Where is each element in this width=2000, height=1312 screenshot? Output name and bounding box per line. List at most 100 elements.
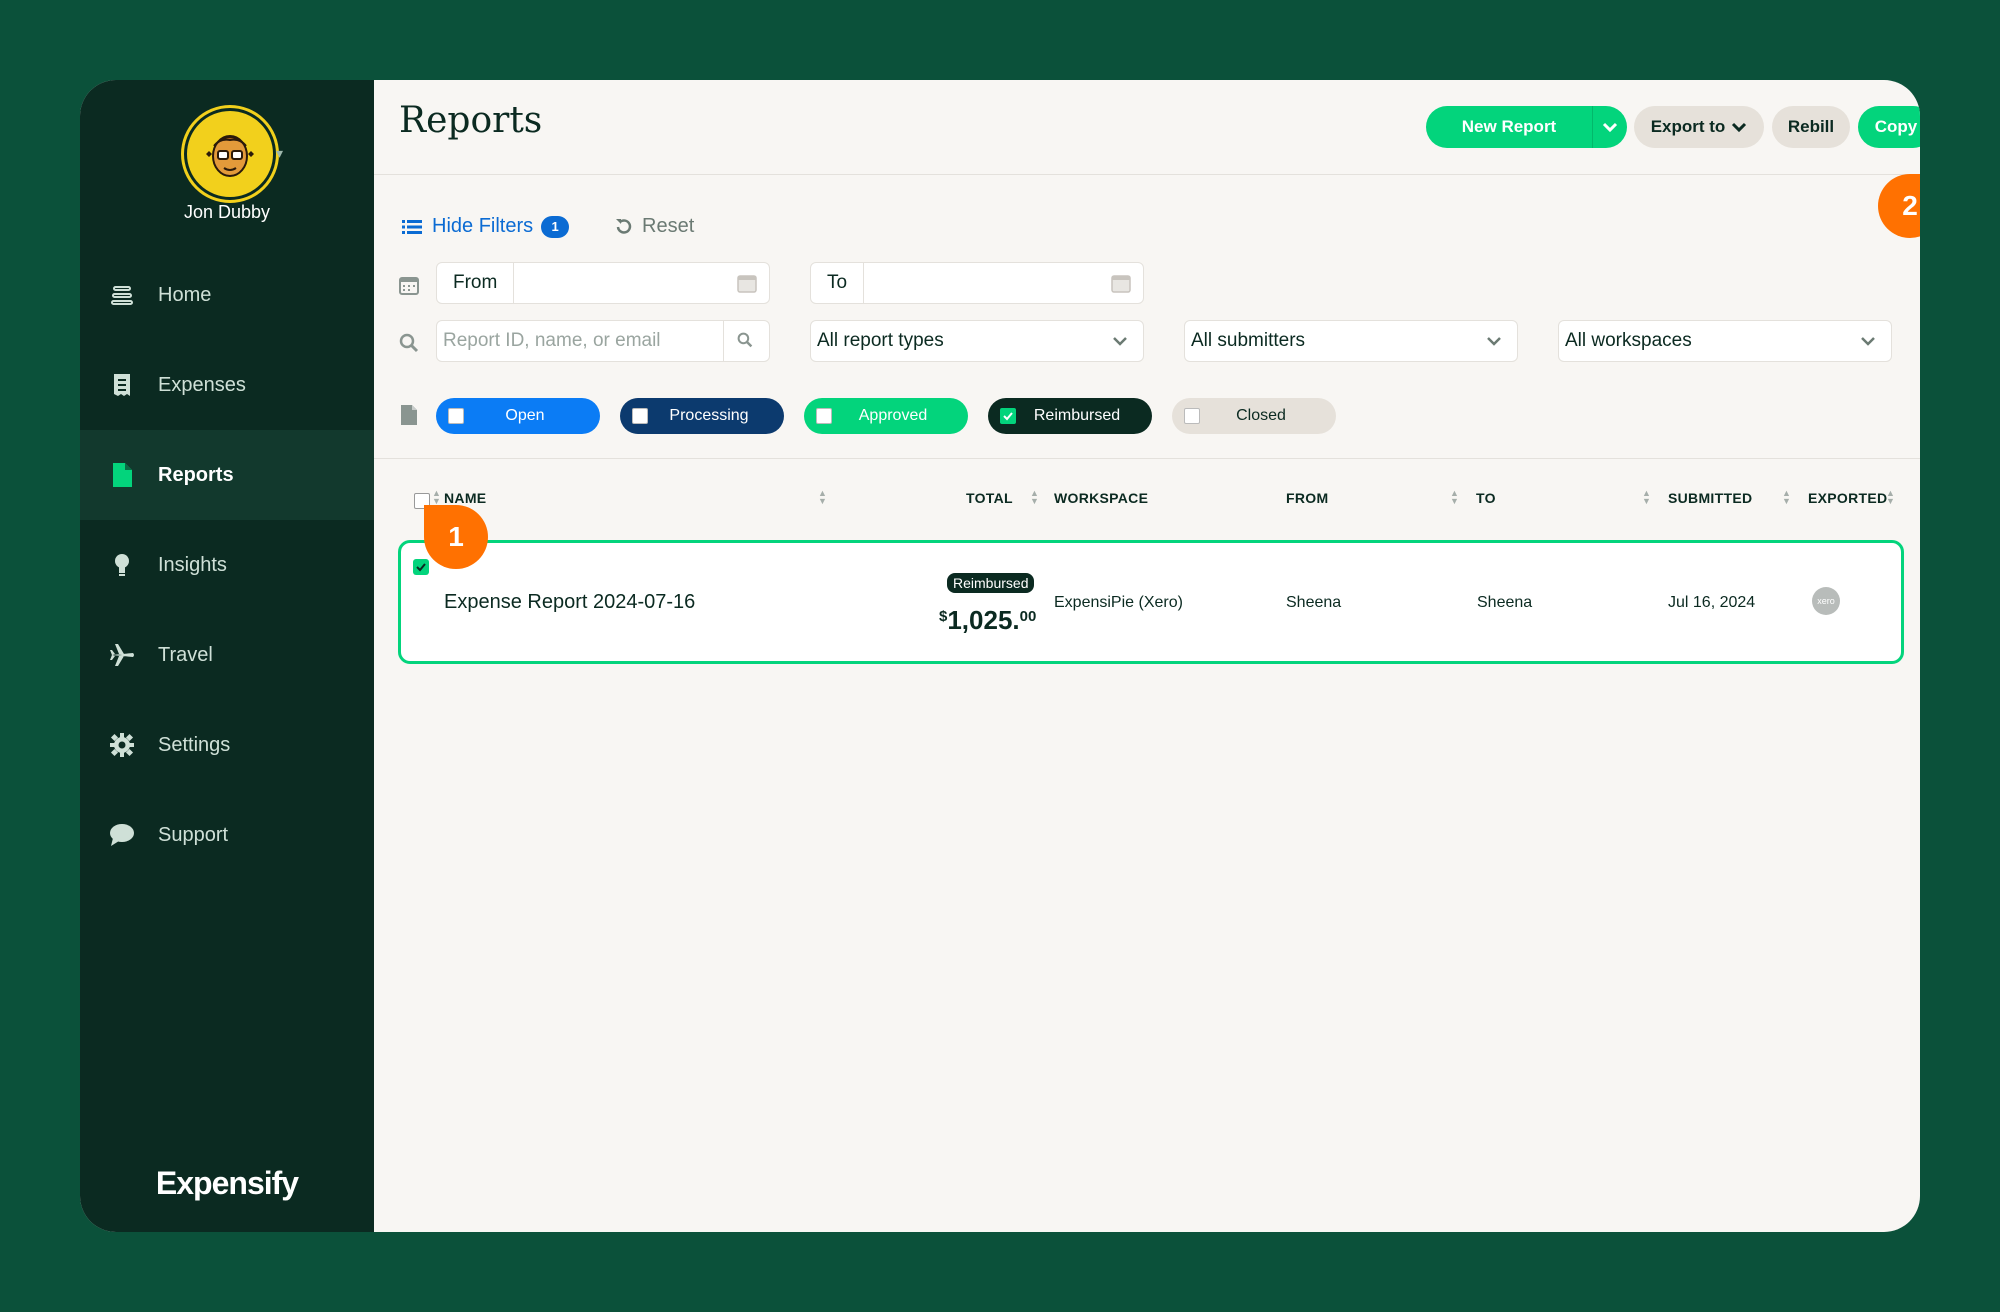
status-checkbox[interactable] [448, 408, 464, 424]
sidebar-item-home[interactable]: Home [80, 250, 374, 340]
amount-cents: 00 [1019, 608, 1037, 625]
from-label: From [437, 263, 515, 303]
chevron-down-icon [1602, 122, 1618, 133]
status-chip-label: Approved [858, 407, 928, 424]
sidebar-item-reports[interactable]: Reports [80, 430, 374, 520]
row-checkbox-checked[interactable] [413, 559, 429, 575]
workspaces-value: All workspaces [1565, 330, 1692, 351]
column-header-total[interactable]: TOTAL [966, 490, 1013, 506]
calendar-picker-icon[interactable] [1111, 273, 1131, 299]
sort-icon[interactable]: ▲ ▼ [1642, 489, 1651, 506]
copy-button[interactable]: Copy [1858, 106, 1920, 148]
chevron-down-icon [1113, 337, 1127, 346]
workspaces-select[interactable]: All workspaces [1558, 320, 1892, 362]
status-chip-processing[interactable]: Processing [620, 398, 784, 434]
status-chip-approved[interactable]: Approved [804, 398, 968, 434]
hide-filters-button[interactable]: Hide Filters 1 [402, 215, 570, 238]
account-menu-chevron-icon[interactable]: ▾ [276, 145, 283, 162]
receipt-icon [108, 371, 136, 399]
sidebar-item-label: Settings [158, 733, 231, 756]
status-chip-label: Reimbursed [1033, 407, 1121, 424]
to-date-field[interactable]: To [810, 262, 1144, 304]
submitters-value: All submitters [1191, 330, 1306, 351]
sidebar-item-travel[interactable]: Travel [80, 610, 374, 700]
status-checkbox-checked[interactable] [1000, 408, 1016, 424]
app-window: ▾ Jon Dubby Home Expenses Reports Insigh… [80, 80, 1920, 1232]
from-date-field[interactable]: From [436, 262, 770, 304]
sidebar-item-support[interactable]: Support [80, 790, 374, 880]
export-to-button[interactable]: Export to [1634, 106, 1764, 148]
chevron-down-icon [1861, 337, 1875, 346]
sidebar-item-label: Home [158, 283, 212, 306]
report-total: $1,025.00 [939, 605, 1036, 636]
search-button-icon[interactable] [737, 332, 753, 354]
new-report-dropdown-button[interactable] [1592, 106, 1627, 148]
hide-filters-label: Hide Filters [432, 215, 534, 237]
column-header-to[interactable]: TO [1476, 490, 1496, 506]
xero-export-icon: xero [1812, 587, 1840, 615]
sidebar-item-expenses[interactable]: Expenses [80, 340, 374, 430]
sidebar: ▾ Jon Dubby Home Expenses Reports Insigh… [80, 80, 374, 1232]
status-checkbox[interactable] [1184, 408, 1200, 424]
reset-filters-button[interactable]: Reset [614, 215, 694, 238]
sort-icon[interactable]: ▲ ▼ [1886, 489, 1895, 506]
sidebar-item-label: Travel [158, 643, 213, 666]
status-chip-closed[interactable]: Closed [1172, 398, 1336, 434]
report-search-field[interactable]: Report ID, name, or email [436, 320, 770, 362]
table-row[interactable]: Expense Report 2024-07-16 Reimbursed $1,… [398, 540, 1904, 664]
new-report-button[interactable]: New Report [1426, 106, 1592, 148]
avatar[interactable] [184, 108, 276, 200]
amount-main: 1,025. [947, 605, 1020, 635]
check-icon [416, 563, 426, 572]
column-header-submitted[interactable]: SUBMITTED [1668, 490, 1752, 506]
avatar-face-icon [206, 135, 254, 177]
status-chip-reimbursed[interactable]: Reimbursed [988, 398, 1152, 434]
column-header-exported[interactable]: EXPORTED [1808, 490, 1887, 506]
reset-icon [616, 218, 632, 234]
step-marker-1: 1 [424, 505, 488, 569]
sidebar-nav: Home Expenses Reports Insights Travel Se… [80, 250, 374, 880]
lightbulb-icon [108, 551, 136, 579]
gear-icon [108, 731, 136, 759]
sort-icon[interactable]: ▲ ▼ [432, 489, 441, 506]
submitters-select[interactable]: All submitters [1184, 320, 1518, 362]
report-workspace: ExpensiPie (Xero) [1054, 594, 1183, 611]
column-header-from[interactable]: FROM [1286, 490, 1328, 506]
status-chip-open[interactable]: Open [436, 398, 600, 434]
plane-icon [108, 641, 136, 669]
filter-count-badge: 1 [541, 215, 570, 238]
status-checkbox[interactable] [632, 408, 648, 424]
report-name[interactable]: Expense Report 2024-07-16 [444, 591, 695, 614]
check-icon [1003, 412, 1013, 421]
report-submitted: Jul 16, 2024 [1668, 594, 1756, 611]
sort-icon[interactable]: ▲ ▼ [818, 489, 827, 506]
export-to-label: Export to [1650, 117, 1726, 136]
sidebar-item-label: Insights [158, 553, 227, 576]
expensify-logo: Expensify [155, 1165, 299, 1201]
page-header: Reports New Report Export to Rebill Copy [374, 80, 1920, 175]
calendar-picker-icon[interactable] [737, 273, 757, 299]
sort-icon[interactable]: ▲ ▼ [1782, 489, 1791, 506]
reset-label: Reset [642, 215, 695, 237]
status-chip-label: Processing [669, 407, 749, 424]
status-checkbox[interactable] [816, 408, 832, 424]
report-from: Sheena [1286, 594, 1342, 611]
document-icon [108, 461, 136, 489]
column-header-name[interactable]: NAME [444, 490, 486, 506]
page-title: Reports [399, 100, 543, 141]
sidebar-item-insights[interactable]: Insights [80, 520, 374, 610]
home-icon [108, 281, 136, 309]
to-label: To [811, 263, 865, 303]
column-header-workspace[interactable]: WORKSPACE [1054, 490, 1148, 506]
sidebar-item-label: Support [158, 823, 229, 846]
sidebar-item-settings[interactable]: Settings [80, 700, 374, 790]
rebill-button[interactable]: Rebill [1772, 106, 1850, 148]
document-filter-icon [398, 404, 420, 426]
filters-divider [374, 458, 1920, 459]
status-chip-label: Open [505, 407, 545, 424]
step-marker-2: 2 [1878, 174, 1920, 238]
report-type-select[interactable]: All report types [810, 320, 1144, 362]
sort-icon[interactable]: ▲ ▼ [1030, 489, 1039, 506]
sort-icon[interactable]: ▲ ▼ [1450, 489, 1459, 506]
search-input[interactable]: Report ID, name, or email [437, 321, 724, 361]
